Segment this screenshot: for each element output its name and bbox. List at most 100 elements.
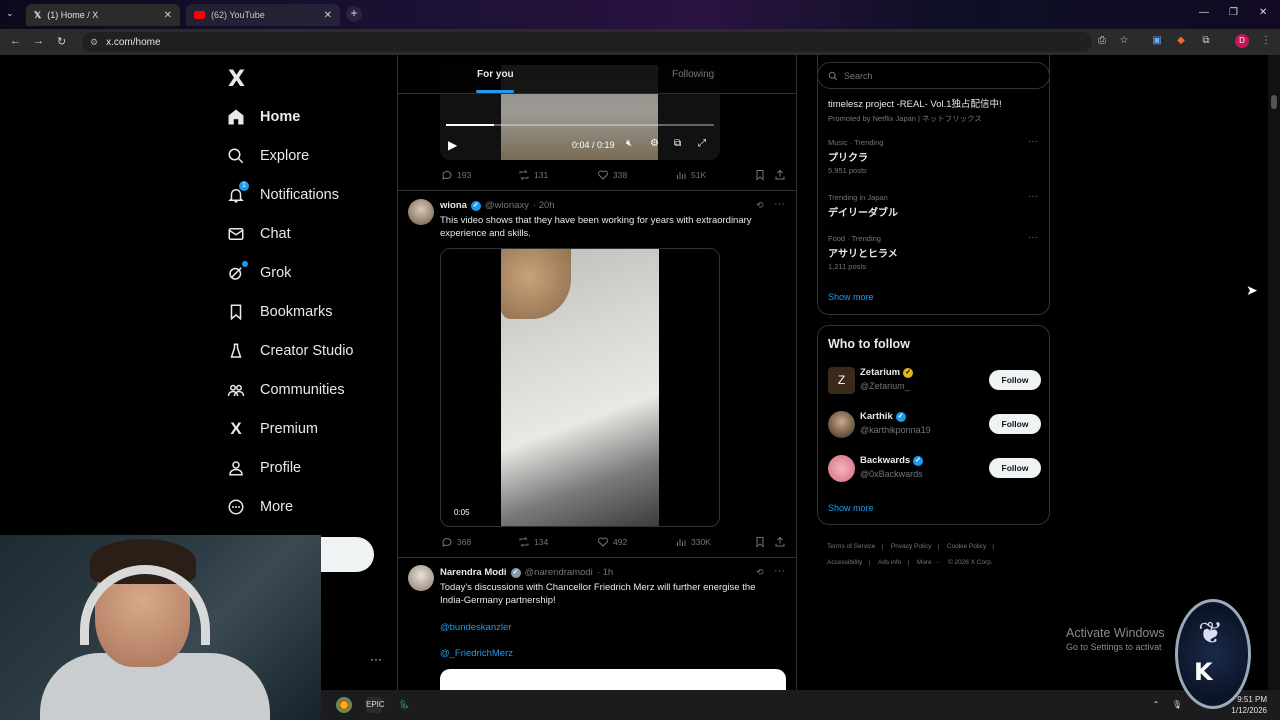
tab-x-home[interactable]: 𝕏 (1) Home / X ✕ — [26, 4, 180, 26]
scrollbar-thumb[interactable] — [1271, 95, 1277, 109]
extension-fox-icon[interactable]: ◆ — [1174, 34, 1188, 48]
fullscreen-icon[interactable]: ⤢ — [698, 138, 706, 149]
reply-button[interactable]: 368 — [441, 536, 471, 548]
trend-item[interactable]: Music · Trending プリクラ 5,951 posts ··· — [828, 136, 1038, 175]
trend-more-icon[interactable]: ··· — [1028, 136, 1038, 147]
url-bar[interactable]: ⚙ x.com/home — [82, 32, 1092, 52]
play-icon[interactable]: ▶ — [448, 138, 457, 152]
reply-button[interactable]: 193 — [441, 169, 471, 181]
browser-menu-icon[interactable]: ⋮ — [1259, 34, 1273, 48]
bookmark-button[interactable] — [754, 169, 766, 181]
translate-icon[interactable]: ▣ — [1150, 34, 1164, 48]
extensions-icon[interactable]: ⧉ — [1199, 34, 1213, 48]
trend-more-icon[interactable]: ··· — [1028, 191, 1038, 202]
nav-bookmarks[interactable]: Bookmarks — [226, 302, 333, 322]
back-icon[interactable]: ← — [10, 35, 21, 47]
nav-grok[interactable]: Grok — [226, 261, 291, 283]
post-button[interactable] — [321, 537, 374, 572]
video-player[interactable]: 0:05 — [440, 248, 720, 527]
footer-link[interactable]: More ··· — [917, 559, 940, 566]
new-tab-button[interactable]: + — [346, 6, 362, 22]
post-image[interactable] — [440, 669, 786, 690]
trend-item[interactable]: Trending in Japan デイリーダブル ··· — [828, 191, 1038, 219]
tab-youtube[interactable]: (62) YouTube ✕ — [186, 4, 340, 26]
promoted-trend[interactable]: timelesz project -REAL- Vol.1独占配信中! Prom… — [828, 96, 1043, 124]
timeline-tabs: For you Following — [398, 55, 796, 94]
reload-icon[interactable]: ↻ — [57, 35, 66, 48]
profile-avatar[interactable]: D — [1235, 34, 1249, 48]
search-input[interactable]: Search — [817, 62, 1050, 89]
page-scrollbar[interactable] — [1268, 55, 1280, 690]
footer-link[interactable]: Terms of Service — [827, 543, 875, 550]
chrome-taskbar-icon[interactable] — [336, 697, 352, 713]
repost-button[interactable]: 131 — [518, 169, 548, 181]
site-info-icon[interactable]: ⚙ — [90, 37, 98, 48]
show-more-follow-link[interactable]: Show more — [828, 503, 874, 513]
avatar[interactable] — [408, 565, 434, 591]
close-window-icon[interactable]: ✕ — [1259, 7, 1267, 18]
like-button[interactable]: 338 — [597, 169, 627, 181]
follow-suggestion[interactable]: Karthik ✓ @karthikponna19 Follow — [828, 411, 1041, 439]
account-menu-icon[interactable]: ··· — [370, 652, 382, 666]
grok-explain-icon[interactable]: ⟲ — [756, 200, 764, 211]
nav-explore[interactable]: Explore — [226, 146, 309, 166]
show-more-trends-link[interactable]: Show more — [828, 292, 874, 302]
follow-button[interactable]: Follow — [989, 370, 1041, 390]
settings-gear-icon[interactable]: ⚙ — [650, 138, 659, 149]
install-icon[interactable]: ⎙ — [1095, 34, 1109, 48]
nav-communities[interactable]: Communities — [226, 380, 345, 400]
mention-link[interactable]: @bundeskanzler — [440, 622, 511, 633]
views-button[interactable]: 51K — [675, 169, 706, 181]
nav-chat[interactable]: Chat — [226, 224, 291, 244]
mute-icon[interactable]: 🔇︎ — [626, 138, 632, 149]
nav-home[interactable]: Home — [226, 107, 300, 127]
post-author[interactable]: wiona ✓ @wionaxy · 20h — [440, 200, 555, 211]
system-clock[interactable]: 9:51 PM 1/12/2026 — [1231, 694, 1267, 716]
nav-premium[interactable]: X Premium — [226, 419, 318, 439]
follow-button[interactable]: Follow — [989, 458, 1041, 478]
maximize-icon[interactable]: ❐ — [1229, 7, 1238, 18]
follow-button[interactable]: Follow — [989, 414, 1041, 434]
views-icon — [677, 539, 686, 546]
activate-windows-watermark: Activate Windows Go to Settings to activ… — [1066, 626, 1165, 652]
views-button[interactable]: 330K — [675, 536, 711, 548]
follow-suggestion[interactable]: Backwards ✓ @0xBackwards Follow — [828, 455, 1041, 483]
tab-for-you[interactable]: For you — [477, 69, 514, 80]
nav-notifications[interactable]: 1 Notifications — [226, 181, 339, 205]
follow-suggestion[interactable]: Z Zetarium ✓ @Zetarium_ Follow — [828, 367, 1041, 395]
forward-icon[interactable]: → — [33, 35, 44, 47]
post-author[interactable]: Narendra Modi ✓ @narendramodi · 1h — [440, 567, 613, 578]
grok-explain-icon[interactable]: ⟲ — [756, 567, 764, 578]
nav-more[interactable]: More — [226, 497, 293, 517]
minimize-icon[interactable]: — — [1199, 7, 1209, 18]
repost-button[interactable]: 134 — [518, 536, 548, 548]
microphone-icon[interactable]: 🎙︎ — [1169, 697, 1185, 713]
pip-icon[interactable]: ⧉ — [674, 138, 681, 149]
tab-following[interactable]: Following — [672, 69, 714, 80]
tray-overflow-icon[interactable]: ⌃ — [1148, 697, 1164, 713]
epic-games-icon[interactable]: EPIC — [366, 697, 385, 713]
footer-link[interactable]: Cookie Policy — [947, 543, 986, 550]
share-button[interactable] — [774, 536, 786, 548]
trend-item[interactable]: Food · Trending アサリとヒラメ 1,211 posts ··· — [828, 232, 1038, 271]
nav-creator-studio[interactable]: Creator Studio — [226, 341, 354, 361]
footer-link[interactable]: Privacy Policy — [891, 543, 931, 550]
x-logo-icon[interactable]: X — [228, 67, 245, 92]
clock-date: 1/12/2026 — [1231, 706, 1267, 715]
close-tab-icon[interactable]: ✕ — [324, 10, 332, 21]
bookmark-button[interactable] — [754, 536, 766, 548]
post-more-icon[interactable]: ··· — [774, 198, 785, 210]
trend-more-icon[interactable]: ··· — [1028, 232, 1038, 243]
post-more-icon[interactable]: ··· — [774, 565, 785, 577]
close-tab-icon[interactable]: ✕ — [164, 10, 172, 21]
share-button[interactable] — [774, 169, 786, 181]
app-taskbar-icon[interactable]: 🐍︎ — [396, 697, 412, 713]
like-button[interactable]: 492 — [597, 536, 627, 548]
footer-link[interactable]: Accessibility — [827, 559, 862, 566]
footer-link[interactable]: Ads info — [878, 559, 902, 566]
star-icon[interactable]: ☆ — [1117, 34, 1131, 48]
tab-list-dropdown-icon[interactable]: ⌄ — [6, 8, 14, 19]
mention-link[interactable]: @_FriedrichMerz — [440, 648, 513, 659]
avatar[interactable] — [408, 199, 434, 225]
nav-profile[interactable]: Profile — [226, 458, 301, 478]
